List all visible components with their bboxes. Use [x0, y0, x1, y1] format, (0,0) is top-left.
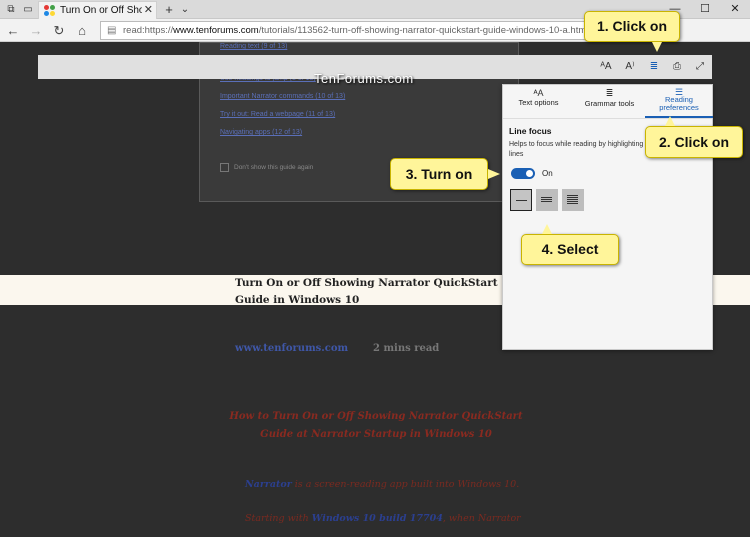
- build-link[interactable]: Windows 10 build 17704: [312, 513, 443, 524]
- article-paragraph: Narrator is a screen-reading app built i…: [245, 479, 520, 490]
- tab-title: Turn On or Off Showir: [60, 5, 142, 16]
- callout-step-4: 4. Select: [521, 234, 619, 265]
- refresh-icon[interactable]: ↻: [50, 22, 68, 39]
- read-aloud-icon[interactable]: A⁾: [621, 58, 639, 76]
- callout-step-1: 1. Click on: [584, 11, 680, 42]
- line-focus-toggle-label: On: [542, 169, 553, 178]
- line-focus-title: Line focus: [509, 126, 552, 136]
- article-title: Turn On or Off Showing Narrator QuickSta…: [235, 277, 498, 306]
- grammar-tools-tab-icon: ≣: [605, 88, 614, 98]
- callout-arrow: [652, 42, 662, 52]
- dialog-link[interactable]: Try it out: Read a webpage (11 of 13): [220, 111, 335, 118]
- callout-step-3: 3. Turn on: [390, 158, 488, 190]
- back-icon[interactable]: ←: [4, 22, 22, 39]
- article-site-link[interactable]: www.tenforums.com: [235, 343, 348, 354]
- tab-list-chevron-icon[interactable]: ⌄: [177, 2, 193, 17]
- callout-arrow: [488, 169, 500, 179]
- full-screen-icon[interactable]: ⤢: [691, 58, 709, 76]
- maximize-icon[interactable]: ☐: [690, 1, 720, 17]
- text-options-icon[interactable]: ᴬA: [597, 58, 615, 76]
- url-input[interactable]: ▤ read:https://www.tenforums.com/tutoria…: [100, 21, 625, 40]
- dialog-link[interactable]: Navigating apps (12 of 13): [220, 129, 302, 136]
- narrator-link[interactable]: Narrator: [245, 479, 292, 490]
- text-options-tab-icon: ᴬA: [533, 88, 544, 98]
- tab-label: Grammar tools: [584, 99, 635, 108]
- three-lines-option[interactable]: [536, 189, 558, 211]
- learning-tools-icon[interactable]: ≣: [645, 58, 663, 76]
- callout-arrow: [542, 224, 552, 234]
- reading-view-page-icon: ▤: [107, 25, 117, 36]
- tenforums-favicon-icon: [44, 5, 55, 16]
- tab-close-icon[interactable]: ✕: [144, 3, 153, 16]
- tab-grammar-tools[interactable]: ≣ Grammar tools: [574, 85, 645, 116]
- callout-step-2: 2. Click on: [645, 126, 743, 158]
- home-icon[interactable]: ⌂: [73, 22, 91, 39]
- tab-label: Text options: [518, 98, 559, 107]
- dialog-link[interactable]: Important Narrator commands (10 of 13): [220, 93, 345, 100]
- dialog-link[interactable]: Reading text (9 of 13): [220, 43, 287, 50]
- tab-label: Reading preferences: [659, 95, 699, 112]
- tenforums-watermark: TenForums.com: [314, 71, 414, 86]
- tab-text-options[interactable]: ᴬA Text options: [503, 85, 574, 116]
- tab-reading-preferences[interactable]: ☰ Reading preferences: [645, 85, 713, 116]
- url-text: read:https://www.tenforums.com/tutorials…: [123, 25, 589, 36]
- callout-arrow: [665, 116, 675, 126]
- dont-show-checkbox[interactable]: [220, 163, 229, 172]
- tabs-aside-icon[interactable]: ▭: [20, 2, 36, 17]
- tab-actions-icon[interactable]: ⧉: [3, 2, 19, 17]
- article-paragraph: Starting with Windows 10 build 17704, wh…: [245, 513, 521, 524]
- article-read-time: 2 mins read: [373, 343, 440, 354]
- print-icon[interactable]: ⎙: [668, 58, 686, 76]
- dont-show-label: Don't show this guide again: [234, 164, 314, 171]
- five-lines-option[interactable]: [562, 189, 584, 211]
- browser-tab[interactable]: Turn On or Off Showir ✕: [38, 1, 157, 19]
- panel-divider: [503, 118, 712, 119]
- line-focus-toggle[interactable]: [511, 168, 535, 179]
- learning-tools-panel: ᴬA Text options ≣ Grammar tools ☰ Readin…: [502, 84, 713, 350]
- forward-icon[interactable]: →: [27, 22, 45, 39]
- new-tab-icon[interactable]: +: [161, 2, 177, 17]
- close-window-icon[interactable]: ✕: [720, 1, 750, 17]
- one-line-option[interactable]: [510, 189, 532, 211]
- article-heading: How to Turn On or Off Showing Narrator Q…: [229, 411, 523, 440]
